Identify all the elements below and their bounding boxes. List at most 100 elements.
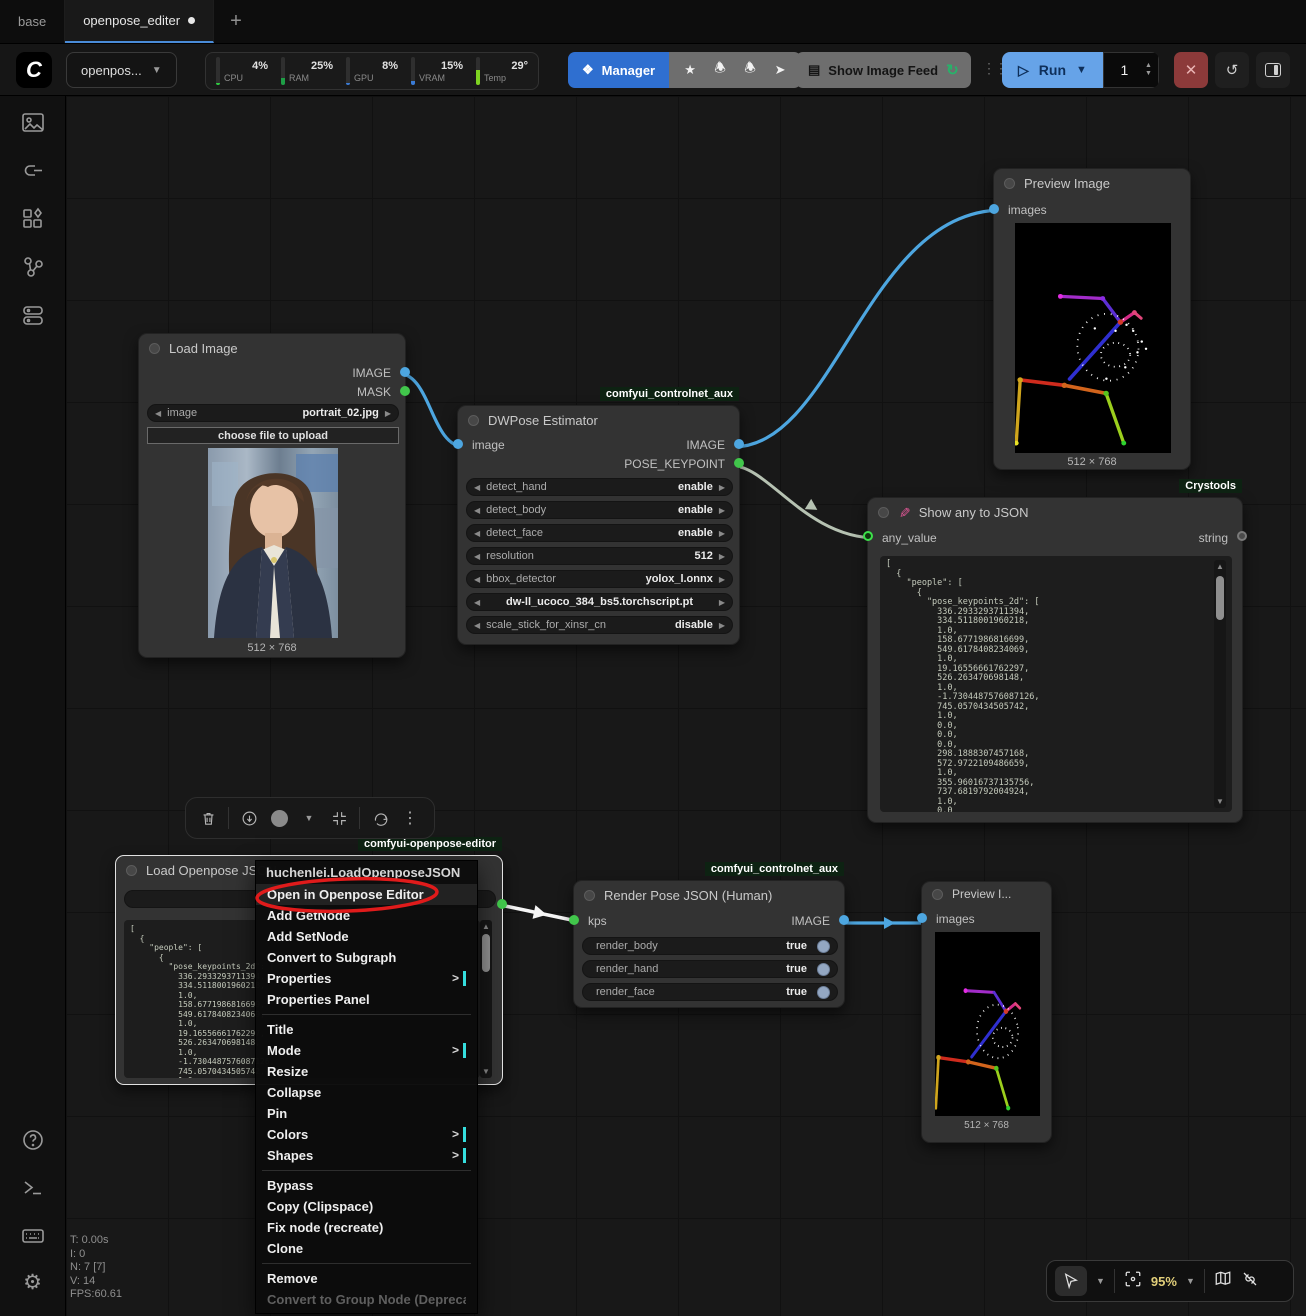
output-socket-pose-keypoint[interactable]	[497, 899, 507, 909]
bypass-node-button[interactable]	[239, 810, 259, 827]
next-arrow-icon[interactable]: ▶	[385, 409, 391, 418]
menu-item-convert-to-subgraph[interactable]: Convert to Subgraph	[256, 947, 477, 968]
history-button[interactable]: ↺	[1215, 52, 1249, 88]
share-icon[interactable]: ➤	[767, 62, 793, 78]
zoom-dropdown-chevron[interactable]: ▼	[1186, 1276, 1195, 1286]
scroll-up-icon[interactable]: ▲	[480, 922, 492, 931]
input-socket-image[interactable]	[453, 439, 463, 449]
output-socket-image[interactable]	[839, 915, 849, 925]
sidebar-item-shortcuts[interactable]	[20, 1223, 46, 1249]
show-image-feed-button[interactable]: ▤ Show Image Feed ↻	[796, 52, 971, 88]
new-tab-button[interactable]: +	[214, 0, 258, 43]
output-socket-pose-keypoint[interactable]	[734, 458, 744, 468]
collapse-dot-icon[interactable]	[932, 889, 943, 900]
run-options-chevron-icon[interactable]: ▼	[1076, 64, 1087, 76]
sidebar-item-gallery[interactable]	[20, 110, 46, 136]
tab-base[interactable]: base	[0, 0, 65, 43]
output-socket-string[interactable]	[1237, 531, 1247, 541]
prev-arrow-icon[interactable]: ◀	[474, 575, 480, 584]
prev-arrow-icon[interactable]: ◀	[155, 409, 161, 418]
bell-alt-icon[interactable]: 🕭︎	[737, 59, 763, 81]
scroll-up-icon[interactable]: ▲	[1214, 562, 1226, 571]
tool-dropdown-chevron[interactable]: ▼	[1096, 1276, 1105, 1286]
menu-item-properties-panel[interactable]: Properties Panel	[256, 989, 477, 1010]
batch-count-stepper[interactable]: 1 ▲▼	[1103, 52, 1159, 88]
prev-arrow-icon[interactable]: ◀	[474, 529, 480, 538]
scroll-down-icon[interactable]: ▼	[480, 1067, 492, 1076]
sidebar-item-extensions[interactable]	[20, 206, 46, 232]
widget-bbox-detector[interactable]: ◀bbox_detectoryolox_l.onnx▶	[466, 570, 733, 588]
image-combo-widget[interactable]: ◀ image portrait_02.jpg ▶	[147, 404, 399, 422]
sidebar-item-workflows[interactable]	[20, 254, 46, 280]
menu-item-add-setnode[interactable]: Add SetNode	[256, 926, 477, 947]
node-more-button[interactable]: ⋮	[400, 808, 420, 828]
prev-arrow-icon[interactable]: ◀	[474, 621, 480, 630]
graph-canvas[interactable]: Load Image IMAGE MASK ◀ image portrait_0…	[66, 96, 1306, 1316]
tab-openpose-editer[interactable]: openpose_editer	[65, 0, 214, 43]
toggle-icon[interactable]	[817, 940, 830, 953]
star-icon[interactable]: ★	[677, 62, 703, 78]
node-render-pose-json[interactable]: comfyui_controlnet_aux Render Pose JSON …	[573, 880, 845, 1008]
json-output-text[interactable]: [ { "people": [ { "pose_keypoints_2d": […	[880, 556, 1232, 812]
node-preview-image-bottom[interactable]: Preview I... images	[921, 881, 1052, 1143]
select-tool-button[interactable]	[1055, 1266, 1087, 1296]
widget-detect-hand[interactable]: ◀detect_handenable▶	[466, 478, 733, 496]
node-show-any-to-json[interactable]: Crystools ✎ Show any to JSON any_value s…	[867, 497, 1243, 823]
widget-render-hand[interactable]: render_hand true	[582, 960, 838, 978]
manager-button[interactable]: ❖ Manager	[568, 52, 669, 88]
color-dropdown-chevron[interactable]: ▼	[299, 813, 319, 823]
minimap-button[interactable]	[1214, 1270, 1232, 1293]
menu-item-resize[interactable]: Resize	[256, 1061, 477, 1082]
prev-arrow-icon[interactable]: ◀	[474, 483, 480, 492]
scroll-down-icon[interactable]: ▼	[1214, 797, 1226, 806]
next-arrow-icon[interactable]: ▶	[719, 529, 725, 538]
menu-item-collapse[interactable]: Collapse	[256, 1082, 477, 1103]
menu-item-properties[interactable]: Properties>	[256, 968, 477, 989]
menu-item-pin[interactable]: Pin	[256, 1103, 477, 1124]
next-arrow-icon[interactable]: ▶	[719, 575, 725, 584]
input-socket-any-value[interactable]	[863, 531, 873, 541]
collapse-dot-icon[interactable]	[1004, 178, 1015, 189]
menu-item-remove[interactable]: Remove	[256, 1268, 477, 1289]
sidebar-item-templates[interactable]	[20, 302, 46, 328]
collapse-dot-icon[interactable]	[149, 343, 160, 354]
next-arrow-icon[interactable]: ▶	[719, 552, 725, 561]
menu-item-shapes[interactable]: Shapes>	[256, 1145, 477, 1166]
node-load-image[interactable]: Load Image IMAGE MASK ◀ image portrait_0…	[138, 333, 406, 658]
menu-item-add-getnode[interactable]: Add GetNode	[256, 905, 477, 926]
next-arrow-icon[interactable]: ▶	[719, 621, 725, 630]
widget-render-body[interactable]: render_body true	[582, 937, 838, 955]
collapse-node-button[interactable]	[329, 810, 349, 827]
widget-scale-stick[interactable]: ◀scale_stick_for_xinsr_cndisable▶	[466, 616, 733, 634]
run-button[interactable]: ▷ Run ▼	[1002, 52, 1103, 88]
bell-icon[interactable]: 🕭︎	[707, 59, 733, 81]
sidebar-item-models[interactable]	[20, 158, 46, 184]
menu-item-copy-clipspace[interactable]: Copy (Clipspace)	[256, 1196, 477, 1217]
stepper-arrows-icon[interactable]: ▲▼	[1145, 62, 1158, 78]
zoom-level[interactable]: 95%	[1151, 1274, 1177, 1289]
prev-arrow-icon[interactable]: ◀	[474, 506, 480, 515]
node-color-button[interactable]	[269, 810, 289, 827]
sidebar-item-settings[interactable]: ⚙	[20, 1269, 46, 1295]
scrollbar-thumb[interactable]	[482, 934, 490, 972]
delete-node-button[interactable]	[198, 810, 218, 827]
menu-item-fix-node[interactable]: Fix node (recreate)	[256, 1217, 477, 1238]
menu-item-mode[interactable]: Mode>	[256, 1040, 477, 1061]
widget-render-face[interactable]: render_face true	[582, 983, 838, 1001]
upload-button[interactable]: choose file to upload	[147, 427, 399, 444]
fit-view-button[interactable]	[1124, 1270, 1142, 1293]
menu-item-title[interactable]: Title	[256, 1019, 477, 1040]
toggle-links-button[interactable]	[1241, 1270, 1259, 1293]
collapse-dot-icon[interactable]	[584, 890, 595, 901]
next-arrow-icon[interactable]: ▶	[719, 483, 725, 492]
menu-item-bypass[interactable]: Bypass	[256, 1175, 477, 1196]
node-scrollbar[interactable]: ▲ ▼	[480, 920, 492, 1078]
node-dwpose-estimator[interactable]: comfyui_controlnet_aux DWPose Estimator …	[457, 405, 740, 645]
output-socket-image[interactable]	[734, 439, 744, 449]
next-arrow-icon[interactable]: ▶	[719, 598, 725, 607]
json-scrollbar[interactable]: ▲ ▼	[1214, 560, 1226, 808]
toggle-icon[interactable]	[817, 963, 830, 976]
toggle-panel-button[interactable]	[1256, 52, 1290, 88]
workflow-selector[interactable]: openpos... ▼	[66, 52, 177, 88]
next-arrow-icon[interactable]: ▶	[719, 506, 725, 515]
